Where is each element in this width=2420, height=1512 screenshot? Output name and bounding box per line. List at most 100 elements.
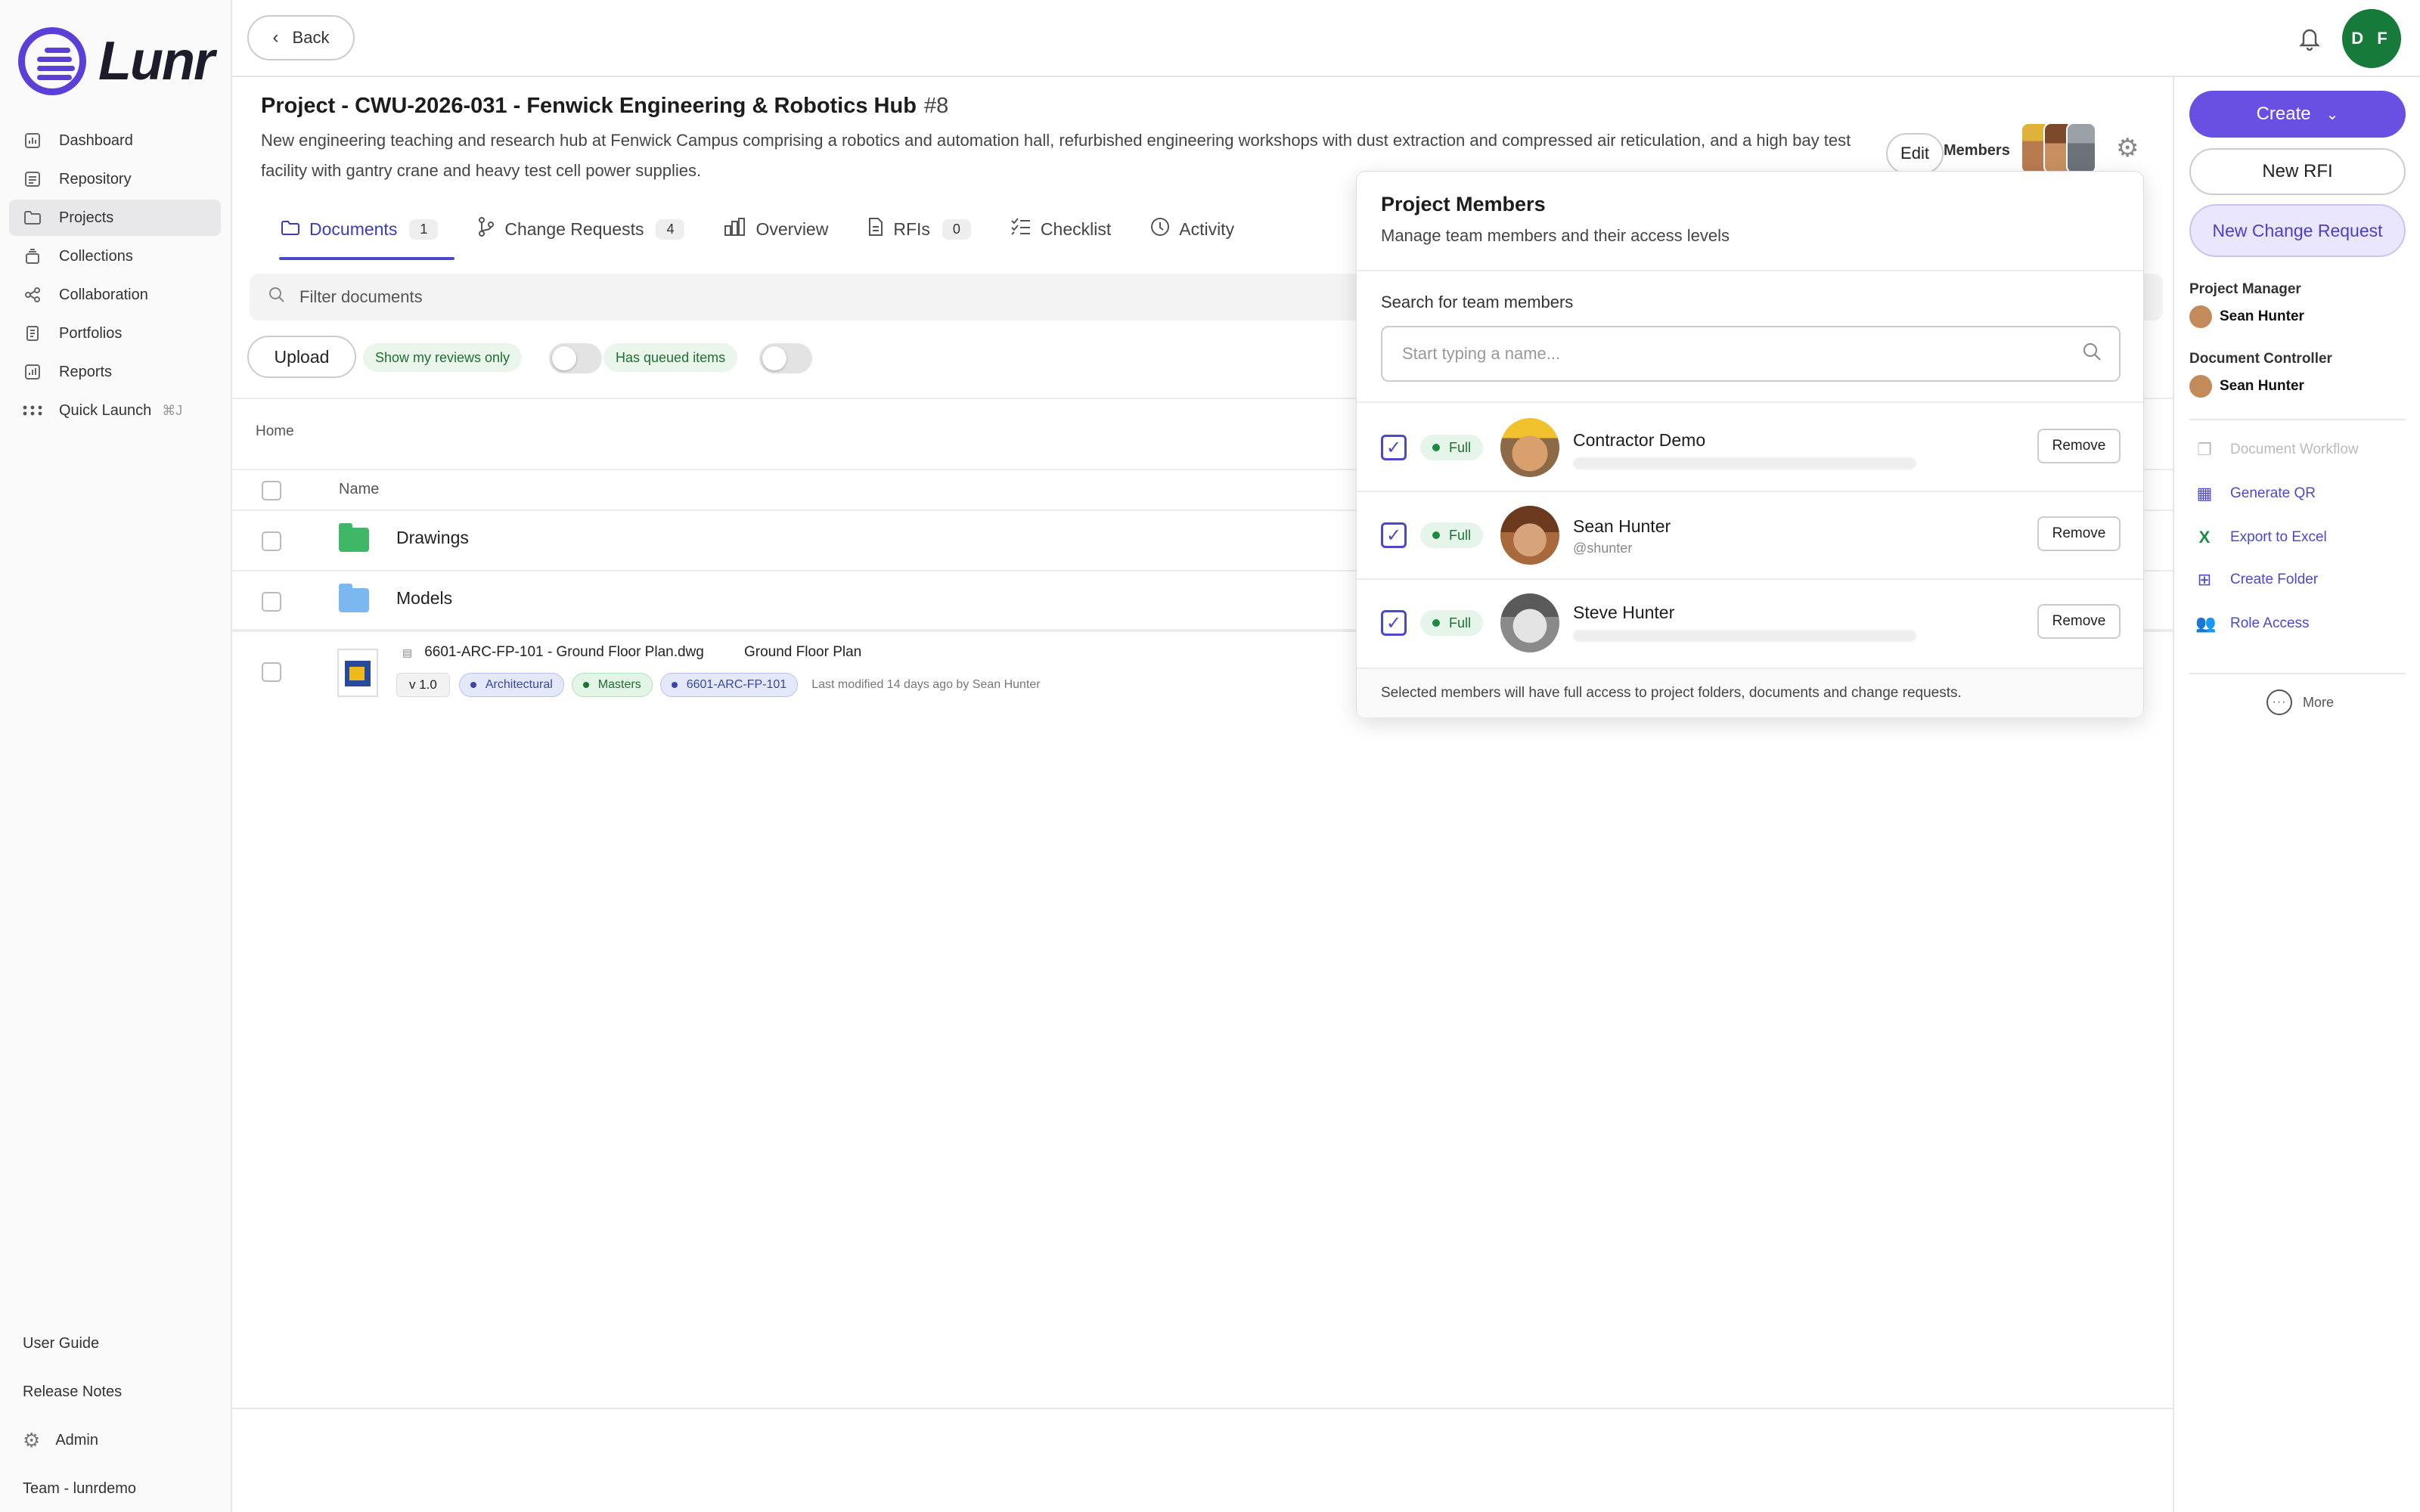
lunr-logo-icon (18, 27, 86, 95)
project-settings-gear-icon[interactable]: ⚙ (2116, 133, 2139, 163)
member-avatar[interactable] (2066, 122, 2096, 174)
admin-link[interactable]: ⚙ Admin (23, 1416, 219, 1464)
action-label: Generate QR (2230, 485, 2316, 501)
folder-name[interactable]: Models (396, 588, 452, 609)
file-title: Ground Floor Plan (744, 644, 862, 660)
tab-change-requests[interactable]: Change Requests 4 (458, 198, 704, 260)
action-label: Create Folder (2230, 572, 2319, 587)
admin-label: Admin (55, 1431, 99, 1448)
row-checkbox[interactable] (262, 662, 281, 682)
tag-chip[interactable]: Masters (571, 673, 653, 697)
search-members-input[interactable]: Start typing a name... (1381, 326, 2121, 382)
members-label[interactable]: Members (1944, 142, 2010, 160)
tag-label: 6601-ARC-FP-101 (686, 678, 787, 691)
user-guide-link[interactable]: User Guide (23, 1319, 219, 1368)
search-icon (268, 286, 286, 309)
member-checkbox[interactable]: ✓ (1381, 522, 1407, 548)
member-name: Contractor Demo (1573, 430, 1706, 450)
popover-title: Project Members (1381, 193, 1546, 215)
file-name-text: 6601-ARC-FP-101 - Ground Floor Plan.dwg (424, 644, 704, 660)
collections-icon (23, 247, 42, 265)
member-row: ✓ Full Contractor Demo Remove (1357, 403, 2143, 491)
logo[interactable]: Lunr (18, 27, 215, 95)
role-access-action[interactable]: 👥 Role Access (2195, 614, 2310, 634)
bar-chart-icon (724, 217, 746, 242)
sidebar-item-quick-launch[interactable]: Quick Launch ⌘J (9, 392, 221, 429)
remove-member-button[interactable]: Remove (2037, 604, 2121, 639)
sidebar-item-label: Quick Launch (59, 401, 152, 419)
tag-chip[interactable]: Architectural (458, 673, 564, 697)
back-button[interactable]: ‹ Back (247, 15, 355, 60)
avatar (2189, 375, 2212, 398)
document-controller[interactable]: Sean Hunter (2189, 375, 2304, 398)
release-notes-link[interactable]: Release Notes (23, 1368, 219, 1416)
tab-label: Activity (1179, 218, 1235, 239)
folder-icon (281, 218, 300, 241)
member-checkbox[interactable]: ✓ (1381, 435, 1407, 460)
document-workflow-action[interactable]: ❐ Document Workflow (2195, 440, 2359, 460)
back-label: Back (292, 28, 330, 47)
team-switcher[interactable]: Team - lunrdemo (23, 1464, 219, 1512)
file-name[interactable]: ▤ 6601-ARC-FP-101 - Ground Floor Plan.dw… (402, 644, 704, 661)
sidebar-item-dashboard[interactable]: Dashboard (9, 122, 221, 159)
sidebar-item-reports[interactable]: Reports (9, 354, 221, 390)
divider (232, 1408, 2173, 1409)
breadcrumb[interactable]: Home (256, 423, 294, 440)
row-checkbox[interactable] (262, 592, 281, 612)
member-avatar (1500, 593, 1559, 652)
sidebar-item-projects[interactable]: Projects (9, 200, 221, 236)
member-avatar (1500, 506, 1559, 565)
sidebar-item-portfolios[interactable]: Portfolios (9, 315, 221, 352)
bell-icon[interactable] (2294, 23, 2325, 53)
sidebar-item-label: Portfolios (59, 324, 123, 342)
access-label: Full (1449, 527, 1472, 543)
row-checkbox[interactable] (262, 531, 281, 551)
has-queued-items-label: Has queued items (603, 343, 738, 372)
sidebar-item-collections[interactable]: Collections (9, 238, 221, 274)
tab-checklist[interactable]: Checklist (991, 198, 1131, 260)
remove-member-button[interactable]: Remove (2037, 516, 2121, 551)
project-number: #8 (923, 94, 949, 118)
action-label: Export to Excel (2230, 529, 2327, 545)
show-my-reviews-toggle[interactable] (549, 343, 602, 373)
create-folder-action[interactable]: ⊞ Create Folder (2195, 570, 2318, 590)
create-button[interactable]: Create ⌄ (2189, 91, 2406, 138)
last-modified-text: Last modified 14 days ago by Sean Hunter (811, 678, 1041, 691)
project-title: Project - CWU-2026-031 - Fenwick Enginee… (261, 94, 917, 118)
new-rfi-button[interactable]: New RFI (2189, 148, 2406, 195)
project-tabs: Documents 1 Change Requests 4 Overview R… (261, 198, 1254, 260)
file-thumbnail[interactable] (337, 649, 378, 697)
tab-documents[interactable]: Documents 1 (261, 198, 458, 260)
select-all-checkbox[interactable] (262, 481, 281, 500)
tab-label: Documents (309, 218, 398, 239)
more-dots-icon: ··· (2266, 689, 2292, 715)
folder-name[interactable]: Drawings (396, 528, 469, 548)
upload-button[interactable]: Upload (247, 336, 356, 378)
user-avatar[interactable]: D F (2342, 9, 2401, 68)
sidebar-item-repository[interactable]: Repository (9, 161, 221, 197)
member-name: Sean Hunter (1573, 516, 1671, 536)
file-tags: v 1.0 Architectural Masters 6601-ARC-FP-… (396, 673, 1041, 697)
column-header-name[interactable]: Name (339, 481, 379, 498)
tab-activity[interactable]: Activity (1131, 198, 1254, 260)
tab-label: RFIs (893, 218, 930, 239)
project-manager[interactable]: Sean Hunter (2189, 305, 2304, 328)
document-controller-label: Document Controller (2189, 351, 2332, 367)
new-change-request-button[interactable]: New Change Request (2189, 204, 2406, 257)
copy-icon: ❐ (2197, 440, 2212, 459)
more-button[interactable]: ··· More (2266, 689, 2334, 715)
tab-overview[interactable]: Overview (704, 198, 848, 260)
sidebar-item-collaboration[interactable]: Collaboration (9, 277, 221, 313)
generate-qr-action[interactable]: ▦ Generate QR (2195, 484, 2316, 503)
search-placeholder: Start typing a name... (1402, 344, 1561, 363)
tag-chip[interactable]: 6601-ARC-FP-101 (659, 673, 799, 697)
edit-project-button[interactable]: Edit (1886, 133, 1944, 174)
export-to-excel-action[interactable]: X Export to Excel (2195, 528, 2327, 547)
divider (2189, 673, 2406, 674)
remove-member-button[interactable]: Remove (2037, 429, 2121, 463)
tab-rfis[interactable]: RFIs 0 (848, 198, 991, 260)
member-checkbox[interactable]: ✓ (1381, 610, 1407, 636)
has-queued-items-toggle[interactable] (759, 343, 812, 373)
access-badge: Full (1420, 435, 1484, 460)
member-username: @shunter (1573, 541, 1633, 556)
